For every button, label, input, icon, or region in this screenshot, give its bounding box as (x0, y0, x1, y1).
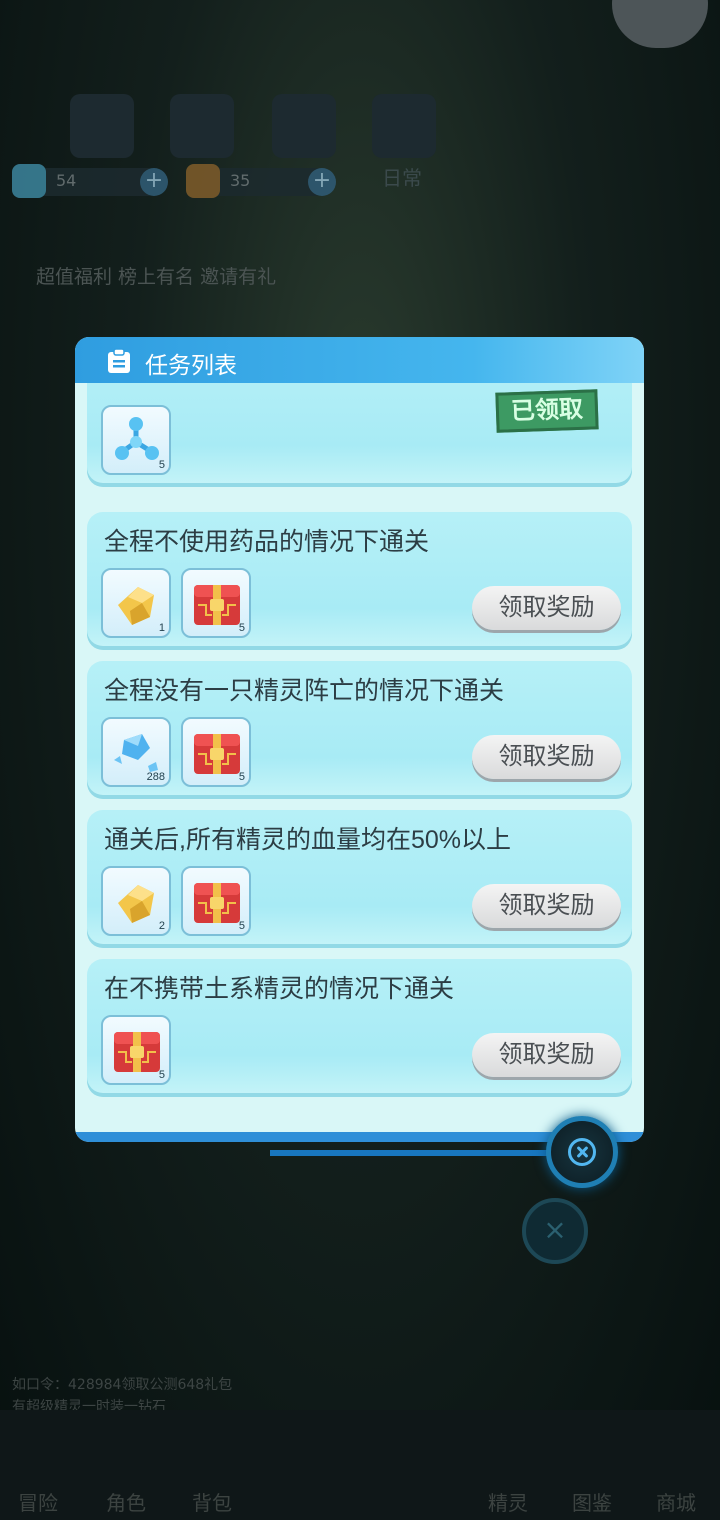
gold-ingot-icon (118, 587, 154, 625)
reward-item[interactable]: 5 (101, 405, 171, 475)
reward-item[interactable]: 2 (101, 866, 171, 936)
bg-tile (70, 94, 134, 158)
gold-ingot-icon (118, 885, 154, 923)
bg-nav-item: 图鉴 (572, 1491, 612, 1515)
bg-resource-gems: 54 + (12, 164, 168, 198)
bg-nav-item: 商城 (656, 1491, 696, 1515)
claim-reward-button[interactable]: 领取奖励 (472, 735, 621, 779)
bg-tile (372, 94, 436, 158)
treasure-chest-icon (194, 883, 240, 923)
task-title: 在不携带土系精灵的情况下通关 (104, 975, 455, 1003)
treasure-chest-icon (194, 585, 240, 625)
plus-icon: + (308, 168, 336, 196)
reward-item[interactable]: 5 (101, 1015, 171, 1085)
modal-decoration (270, 1150, 550, 1156)
task-title: 全程没有一只精灵阵亡的情况下通关 (104, 677, 505, 705)
bg-nav-item: 背包 (192, 1491, 232, 1515)
reward-count: 5 (238, 771, 245, 783)
bg-tile (170, 94, 234, 158)
bg-marquee-text: 超值福利 榜上有名 邀请有礼 (36, 266, 277, 288)
modal-title: 任务列表 (145, 352, 237, 378)
task-card: 全程没有一只精灵阵亡的情况下通关 288 5 领取奖励 (87, 661, 632, 799)
bg-nav-item: 精灵 (488, 1491, 528, 1515)
bg-nav-item: 冒险 (18, 1491, 58, 1515)
reward-count: 5 (158, 1069, 165, 1081)
molecule-icon (115, 417, 159, 460)
reward-count: 288 (146, 771, 165, 783)
treasure-chest-icon (114, 1032, 160, 1072)
reward-item[interactable]: 1 (101, 568, 171, 638)
bg-nav-item: 角色 (106, 1491, 146, 1515)
task-list[interactable]: 5 已领取 全程不使用药品的情况下通关 1 5 领取奖励 全程没有一只精灵阵亡的… (75, 383, 644, 1123)
close-icon (568, 1138, 596, 1166)
task-title: 通关后,所有精灵的血量均在50%以上 (104, 826, 511, 854)
task-card: 在不携带土系精灵的情况下通关 5 领取奖励 (87, 959, 632, 1097)
modal-header: 任务列表 (75, 337, 644, 383)
task-card: 全程不使用药品的情况下通关 1 5 领取奖励 (87, 512, 632, 650)
bg-bottom-nav: 冒险 角色 背包 精灵 图鉴 商城 (0, 1410, 720, 1520)
task-title: 全程不使用药品的情况下通关 (104, 528, 430, 556)
ticket-icon (186, 164, 220, 198)
task-list-modal: 任务列表 5 已领取 全程不使用药品的情况下通关 1 5 领取奖励 全程没有一只… (75, 337, 644, 1142)
claim-reward-button[interactable]: 领取奖励 (472, 586, 621, 630)
bg-info-line: 如口令：428984领取公测648礼包 (12, 1377, 233, 1393)
bg-close-icon: × (522, 1198, 588, 1264)
claimed-stamp: 已领取 (495, 389, 599, 433)
bg-resource-value: 35 (230, 171, 251, 190)
clipboard-icon (108, 348, 130, 373)
reward-count: 5 (158, 459, 165, 471)
reward-item[interactable]: 5 (181, 568, 251, 638)
task-card: 5 已领取 (87, 383, 632, 487)
bg-resource-tickets: 35 + (186, 164, 336, 198)
claim-reward-button[interactable]: 领取奖励 (472, 884, 621, 928)
claim-reward-button[interactable]: 领取奖励 (472, 1033, 621, 1077)
close-button[interactable] (546, 1116, 618, 1188)
reward-item[interactable]: 288 (101, 717, 171, 787)
bg-tab-daily: 日常 (382, 166, 422, 190)
reward-item[interactable]: 5 (181, 717, 251, 787)
reward-count: 2 (158, 920, 165, 932)
treasure-chest-icon (194, 734, 240, 774)
reward-count: 5 (238, 622, 245, 634)
reward-count: 5 (238, 920, 245, 932)
reward-item[interactable]: 5 (181, 866, 251, 936)
gem-icon (12, 164, 46, 198)
bg-tile (272, 94, 336, 158)
reward-count: 1 (158, 622, 165, 634)
plus-icon: + (140, 168, 168, 196)
task-card: 通关后,所有精灵的血量均在50%以上 2 5 领取奖励 (87, 810, 632, 948)
bg-resource-value: 54 (56, 171, 77, 190)
